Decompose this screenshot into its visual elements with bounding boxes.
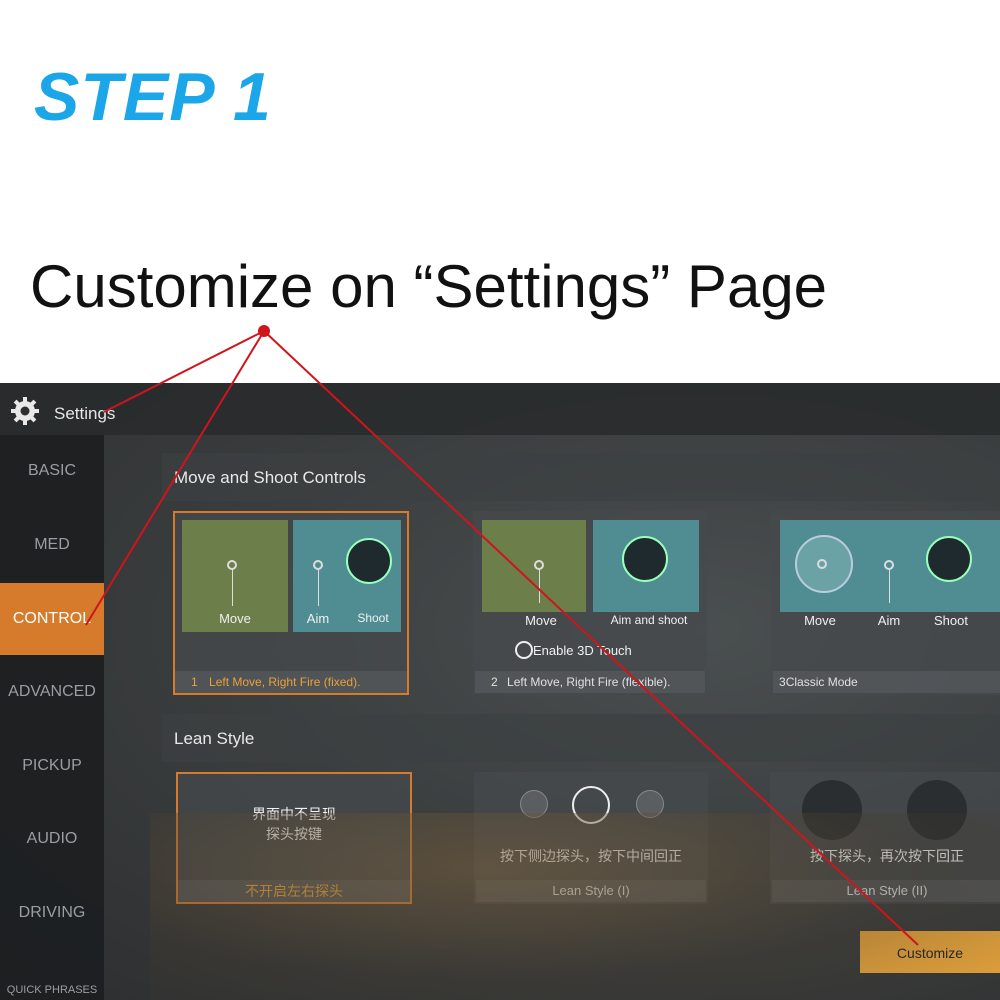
lean-style-1-text: 按下侧边探头，按下中间回正 <box>500 848 682 864</box>
aim-dot <box>313 560 323 570</box>
instruction-subtitle: Customize on “Settings” Page <box>30 253 828 320</box>
enable-3d-touch-radio[interactable] <box>515 641 533 659</box>
step-heading: STEP 1 <box>34 59 272 135</box>
mode-1-number: 1 <box>191 675 198 689</box>
lean-character-left-icon <box>802 780 862 840</box>
sidebar-item-advanced[interactable]: ADVANCED <box>0 656 104 728</box>
customize-button[interactable]: Customize <box>860 931 1000 973</box>
lean-character-right-icon <box>907 780 967 840</box>
lean-right-icon <box>636 790 664 818</box>
lean-off-caption: 不开启左右探头 <box>178 880 410 902</box>
control-mode-3-card[interactable]: Move Aim Shoot 3Classic Mode <box>771 511 1000 695</box>
lean-style-1-caption: Lean Style (I) <box>476 880 706 902</box>
control-mode-2-card[interactable]: Move Aim and shoot Enable 3D Touch 2 Lef… <box>473 511 707 695</box>
lean-style-title: Lean Style <box>174 729 255 748</box>
bullet-icon <box>346 538 392 584</box>
bullet-icon <box>622 536 668 582</box>
settings-header: Settings <box>0 383 1000 435</box>
sidebar-item-driving[interactable]: DRIVING <box>0 877 104 949</box>
settings-sidebar: BASIC MED CONTROL ADVANCED PICKUP AUDIO … <box>0 435 104 1000</box>
sidebar-item-audio[interactable]: AUDIO <box>0 803 104 875</box>
mode-3-caption: 3Classic Mode <box>773 671 1000 693</box>
sidebar-item-basic[interactable]: BASIC <box>0 435 104 507</box>
lean-style-2-caption: Lean Style (II) <box>772 880 1000 902</box>
settings-title: Settings <box>54 404 116 423</box>
lean-left-icon <box>520 790 548 818</box>
lean-style-2-card[interactable]: 按下探头，再次按下回正 Lean Style (II) <box>770 772 1000 904</box>
mode-2-aim-shoot-label: Aim and shoot <box>610 613 688 627</box>
bullet-icon <box>926 536 972 582</box>
gear-icon[interactable] <box>10 396 40 426</box>
control-mode-1-card[interactable]: Move Aim Shoot 1 Left Move, Right Fire (… <box>173 511 409 695</box>
sidebar-item-quick-phrases[interactable]: QUICK PHRASES <box>0 980 104 1000</box>
mode-3-number: 3 <box>779 675 786 689</box>
mode-1-aim-label: Aim <box>306 611 330 626</box>
lean-style-1-card[interactable]: 按下侧边探头，按下中间回正 Lean Style (I) <box>474 772 708 904</box>
mode-3-aim-label: Aim <box>877 613 901 628</box>
mode-2-caption-text: Left Move, Right Fire (flexible). <box>507 675 671 689</box>
game-settings-screenshot: Settings BASIC MED CONTROL ADVANCED PICK… <box>0 383 1000 1000</box>
lean-style-2-text: 按下探头，再次按下回正 <box>810 848 964 864</box>
mode-1-caption: 1 Left Move, Right Fire (fixed). <box>175 671 407 693</box>
sidebar-item-control[interactable]: CONTROL <box>0 583 104 655</box>
mode-2-move-label: Move <box>525 613 557 628</box>
mode-2-number: 2 <box>491 675 498 689</box>
lean-off-text-line1: 界面中不呈现 <box>252 806 336 822</box>
move-joystick-dot <box>817 559 827 569</box>
mode-3-move-label: Move <box>804 613 836 628</box>
sidebar-item-med[interactable]: MED <box>0 509 104 581</box>
move-joystick-dot <box>534 560 544 570</box>
aim-dot <box>884 560 894 570</box>
crosshair-icon <box>572 786 610 824</box>
mode-3-caption-text: Classic Mode <box>785 675 858 689</box>
mode-2-caption: 2 Left Move, Right Fire (flexible). <box>475 671 705 693</box>
lean-off-text-line2: 探头按键 <box>266 826 322 842</box>
mode-1-move-label: Move <box>219 611 251 626</box>
enable-3d-touch-label: Enable 3D Touch <box>533 643 632 658</box>
sidebar-item-pickup[interactable]: PICKUP <box>0 730 104 802</box>
lean-style-section-header: Lean Style <box>162 714 1000 762</box>
move-shoot-section-header: Move and Shoot Controls <box>162 453 1000 501</box>
move-joystick-dot <box>227 560 237 570</box>
lean-option-off-card[interactable]: 界面中不呈现 探头按键 不开启左右探头 <box>176 772 412 904</box>
mode-3-shoot-label: Shoot <box>934 613 968 628</box>
move-shoot-title: Move and Shoot Controls <box>174 468 366 487</box>
pointer-origin-dot <box>258 325 270 337</box>
mode-1-caption-text: Left Move, Right Fire (fixed). <box>209 675 361 689</box>
mode-1-shoot-label: Shoot <box>357 611 389 625</box>
